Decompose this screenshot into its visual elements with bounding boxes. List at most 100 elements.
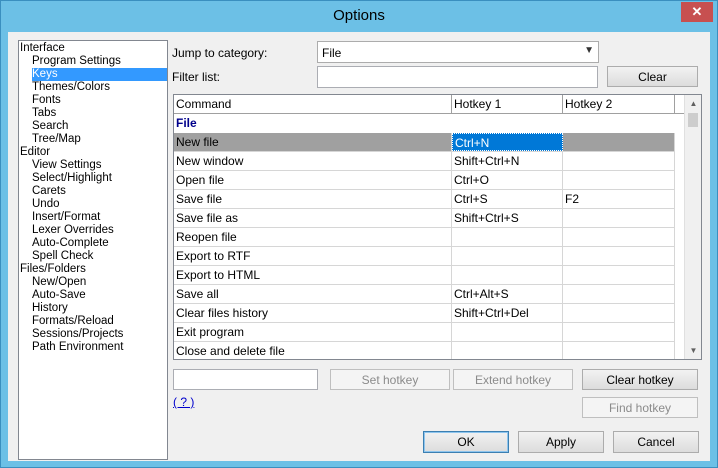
table-row[interactable]: Clear files history Shift+Ctrl+Del [174,304,675,323]
cell-command[interactable]: New file [174,133,452,151]
cell-hotkey1[interactable]: Ctrl+O [452,171,563,189]
table-row[interactable]: New file Ctrl+N [174,133,675,152]
tree-item-tree-map[interactable]: Tree/Map [32,133,81,146]
tree-item-keys[interactable]: Keys [32,68,167,81]
column-header-command[interactable]: Command [174,95,452,114]
cell-command[interactable]: Export to RTF [174,247,452,265]
tree-item-select-highlight[interactable]: Select/Highlight [32,172,112,185]
cell-hotkey1[interactable] [452,323,563,341]
tree-item-sessions-projects[interactable]: Sessions/Projects [32,328,123,341]
table-row[interactable]: Export to RTF [174,247,675,266]
ok-button[interactable]: OK [423,431,509,453]
jump-label: Jump to category: [172,46,268,60]
column-header-hotkey2[interactable]: Hotkey 2 [563,95,675,114]
tree-item-auto-complete[interactable]: Auto-Complete [32,237,109,250]
hotkey-input[interactable] [173,369,318,390]
cell-hotkey1[interactable]: Shift+Ctrl+S [452,209,563,227]
set-hotkey-button[interactable]: Set hotkey [330,369,450,390]
column-header-hotkey1[interactable]: Hotkey 1 [452,95,563,114]
tree-item-insert-format[interactable]: Insert/Format [32,211,100,224]
tree-item-history[interactable]: History [32,302,68,315]
tree-item-auto-save[interactable]: Auto-Save [32,289,86,302]
category-select[interactable]: File ▼ [317,41,599,63]
table-row[interactable]: Export to HTML [174,266,675,285]
tree-item-path-environment[interactable]: Path Environment [32,341,123,354]
cell-hotkey2[interactable] [563,209,675,227]
cell-command[interactable]: Save all [174,285,452,303]
cell-hotkey2[interactable] [563,228,675,246]
window-title: Options [333,7,385,24]
cell-hotkey2[interactable] [563,304,675,322]
tree-item-view-settings[interactable]: View Settings [32,159,101,172]
scroll-up-icon[interactable]: ▲ [685,95,701,112]
cell-hotkey2[interactable] [563,133,675,151]
tree-item-files-folders[interactable]: Files/Folders [20,263,86,276]
clear-hotkey-button[interactable]: Clear hotkey [582,369,698,390]
cell-command[interactable]: Clear files history [174,304,452,322]
clear-filter-button[interactable]: Clear [607,66,698,87]
chevron-down-icon: ▼ [584,45,594,56]
tree-item-lexer-overrides[interactable]: Lexer Overrides [32,224,114,237]
tree-item-carets[interactable]: Carets [32,185,66,198]
close-button[interactable]: ✕ [681,2,713,22]
tree-item-editor[interactable]: Editor [20,146,50,159]
cell-hotkey1[interactable] [452,247,563,265]
table-row[interactable]: Open file Ctrl+O [174,171,675,190]
tree-item-undo[interactable]: Undo [32,198,60,211]
cell-command[interactable]: New window [174,152,452,170]
cell-hotkey1[interactable]: Ctrl+Alt+S [452,285,563,303]
table-row[interactable]: Close and delete file [174,342,675,359]
cell-hotkey1[interactable]: Shift+Ctrl+N [452,152,563,170]
table-row[interactable]: Save file Ctrl+S F2 [174,190,675,209]
hotkey-grid[interactable]: Command Hotkey 1 Hotkey 2 File New file C… [173,94,702,360]
cell-hotkey1[interactable] [452,228,563,246]
filter-label: Filter list: [172,70,220,84]
group-row-file: File [176,116,197,130]
table-row[interactable]: New window Shift+Ctrl+N [174,152,675,171]
cell-command[interactable]: Open file [174,171,452,189]
help-link[interactable]: ( ? ) [173,395,194,409]
cell-hotkey2[interactable] [563,171,675,189]
cell-command[interactable]: Exit program [174,323,452,341]
tree-item-themes-colors[interactable]: Themes/Colors [32,81,110,94]
cell-command[interactable]: Save file as [174,209,452,227]
tree-item-program-settings[interactable]: Program Settings [32,55,121,68]
tree-item-interface[interactable]: Interface [20,42,65,55]
cell-command[interactable]: Export to HTML [174,266,452,284]
cell-hotkey1[interactable] [452,266,563,284]
tree-item-new-open[interactable]: New/Open [32,276,86,289]
filter-input[interactable] [317,66,598,88]
tree-item-formats-reload[interactable]: Formats/Reload [32,315,114,328]
title-bar[interactable]: Options ✕ [1,1,717,32]
cell-hotkey2[interactable]: F2 [563,190,675,208]
table-row[interactable]: Reopen file [174,228,675,247]
cell-hotkey2[interactable] [563,323,675,341]
cell-command[interactable]: Close and delete file [174,342,452,359]
cell-hotkey2[interactable] [563,247,675,265]
cell-hotkey2[interactable] [563,152,675,170]
table-row[interactable]: Save file as Shift+Ctrl+S [174,209,675,228]
apply-button[interactable]: Apply [518,431,604,453]
cell-command[interactable]: Reopen file [174,228,452,246]
category-tree[interactable]: Interface Program Settings Keys Themes/Colo… [18,40,168,460]
cell-hotkey2[interactable] [563,342,675,359]
extend-hotkey-button[interactable]: Extend hotkey [453,369,573,390]
tree-item-tabs[interactable]: Tabs [32,107,56,120]
vertical-scrollbar[interactable]: ▲ ▼ [684,95,701,359]
tree-item-fonts[interactable]: Fonts [32,94,61,107]
cell-hotkey2[interactable] [563,266,675,284]
cell-command[interactable]: Save file [174,190,452,208]
scroll-down-icon[interactable]: ▼ [685,342,701,359]
cancel-button[interactable]: Cancel [613,431,699,453]
tree-item-spell-check[interactable]: Spell Check [32,250,93,263]
cell-hotkey1[interactable]: Ctrl+S [452,190,563,208]
cell-hotkey1[interactable] [452,342,563,359]
cell-hotkey1[interactable]: Shift+Ctrl+Del [452,304,563,322]
cell-hotkey1[interactable]: Ctrl+N [452,133,563,151]
table-row[interactable]: Exit program [174,323,675,342]
tree-item-search[interactable]: Search [32,120,68,133]
find-hotkey-button[interactable]: Find hotkey [582,397,698,418]
table-row[interactable]: Save all Ctrl+Alt+S [174,285,675,304]
scroll-thumb[interactable] [688,113,698,127]
cell-hotkey2[interactable] [563,285,675,303]
